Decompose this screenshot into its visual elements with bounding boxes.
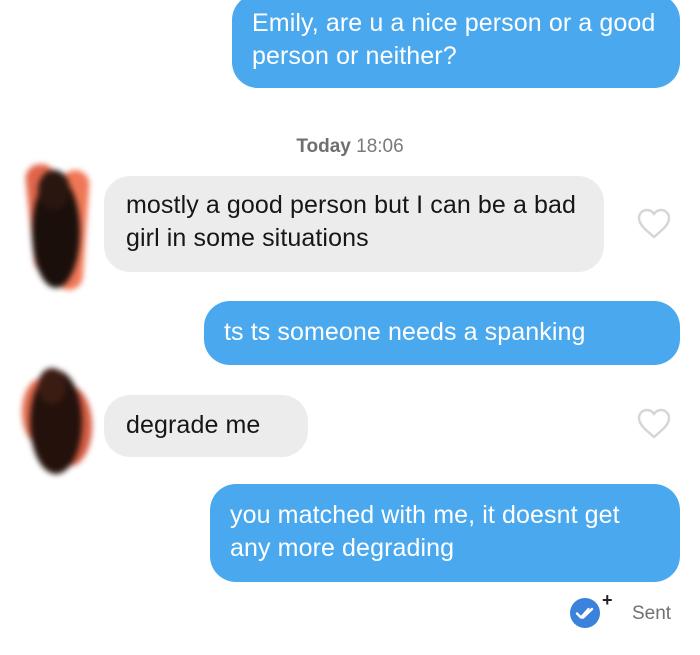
message-status: + Sent	[570, 590, 690, 632]
received-message-bubble: degrade me	[104, 395, 308, 457]
sent-message-bubble: Emily, are u a nice person or a good per…	[232, 0, 680, 88]
avatar[interactable]	[8, 150, 100, 300]
received-message-bubble: mostly a good person but I can be a bad …	[104, 176, 604, 272]
heart-outline-icon[interactable]	[636, 408, 672, 440]
plus-icon: +	[602, 590, 613, 610]
avatar[interactable]	[6, 356, 102, 496]
sent-message-bubble: ts ts someone needs a spanking	[204, 301, 680, 365]
message-text: mostly a good person but I can be a bad …	[126, 191, 577, 252]
sent-status-label: Sent	[632, 603, 672, 624]
message-text: ts ts someone needs a spanking	[224, 318, 586, 346]
message-text: degrade me	[126, 411, 261, 439]
heart-outline-icon[interactable]	[636, 208, 672, 240]
read-receipt-badge	[570, 598, 600, 628]
timestamp-time: 18:06	[356, 136, 404, 157]
timestamp-divider: Today 18:06	[0, 136, 700, 158]
message-text: Emily, are u a nice person or a good per…	[252, 9, 656, 70]
double-check-icon	[575, 607, 594, 619]
message-text: you matched with me, it doesnt get any m…	[230, 501, 620, 562]
sent-message-bubble: you matched with me, it doesnt get any m…	[210, 484, 680, 582]
timestamp-day: Today	[296, 136, 351, 157]
